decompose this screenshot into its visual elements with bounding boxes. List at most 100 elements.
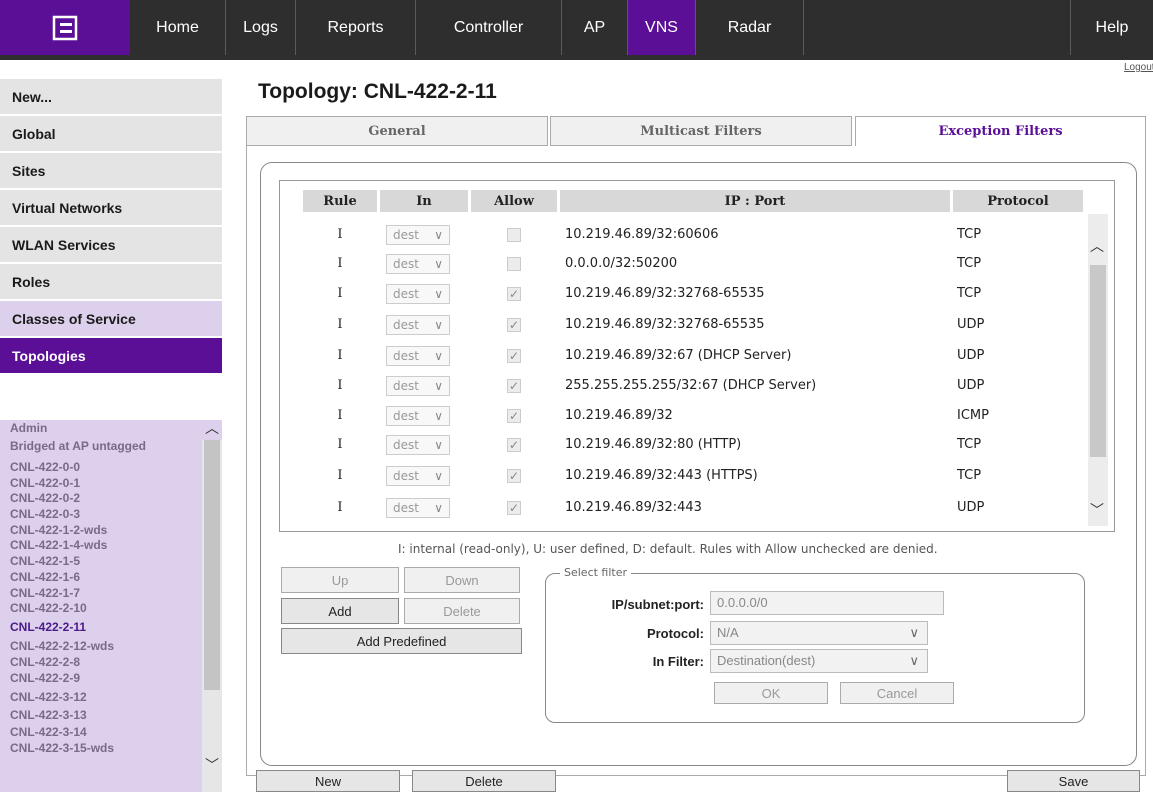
nav-help[interactable]: Help (1070, 0, 1153, 55)
column-header-rule[interactable]: Rule (303, 190, 377, 212)
sidebar-item-wlan-services[interactable]: WLAN Services (0, 227, 222, 264)
sidebar-item-topologies[interactable]: Topologies (0, 338, 222, 375)
in-select[interactable]: dest ∨ (386, 254, 450, 274)
topology-item-selected[interactable]: CNL-422-2-11 (10, 620, 86, 634)
ok-button[interactable]: OK (714, 682, 828, 704)
sidebar-item-sites[interactable]: Sites (0, 153, 222, 190)
rule-cell: I (337, 227, 343, 242)
in-select[interactable]: dest ∨ (386, 466, 450, 486)
sidebar-item-classes-of-service[interactable]: Classes of Service (0, 301, 222, 338)
in-select[interactable]: dest ∨ (386, 346, 450, 366)
sidebar-item-new[interactable]: New... (0, 79, 222, 116)
allow-checkbox-checked[interactable]: ✓ (507, 318, 521, 332)
topology-item[interactable]: CNL-422-3-13 (10, 708, 87, 722)
topology-item[interactable]: CNL-422-2-12-wds (10, 639, 114, 653)
ipport-cell: 10.219.46.89/32 (565, 408, 673, 423)
allow-checkbox-checked[interactable]: ✓ (507, 379, 521, 393)
in-select[interactable]: dest ∨ (386, 315, 450, 335)
cancel-button[interactable]: Cancel (840, 682, 954, 704)
topology-item[interactable]: CNL-422-2-9 (10, 671, 80, 685)
column-header-ipport[interactable]: IP : Port (560, 190, 950, 212)
in-select[interactable]: dest ∨ (386, 376, 450, 396)
down-button[interactable]: Down (404, 567, 520, 593)
allow-checkbox-checked[interactable]: ✓ (507, 409, 521, 423)
protocol-cell: TCP (957, 256, 982, 271)
topology-item[interactable]: CNL-422-0-2 (10, 491, 80, 505)
topology-item[interactable]: CNL-422-1-5 (10, 554, 80, 568)
in-select[interactable]: dest ∨ (386, 406, 450, 426)
topology-item-bridged[interactable]: Bridged at AP untagged (10, 439, 146, 453)
in-select-value: dest (393, 257, 419, 271)
allow-checkbox-checked[interactable]: ✓ (507, 469, 521, 483)
allow-checkbox-checked[interactable]: ✓ (507, 287, 521, 301)
add-predefined-button[interactable]: Add Predefined (281, 628, 522, 654)
delete-topology-button[interactable]: Delete (412, 770, 556, 792)
ipport-cell: 10.219.46.89/32:443 (565, 500, 702, 515)
logout-link[interactable]: Logout (1124, 62, 1153, 73)
nav-vns[interactable]: VNS (628, 0, 696, 55)
sidebar-item-virtual-networks[interactable]: Virtual Networks (0, 190, 222, 227)
in-select-value: dest (393, 228, 419, 242)
rule-cell: I (337, 256, 343, 271)
topology-item[interactable]: CNL-422-2-8 (10, 655, 80, 669)
topology-item[interactable]: CNL-422-0-3 (10, 507, 80, 521)
ip-subnet-port-input[interactable]: 0.0.0.0/0 (710, 591, 944, 615)
in-select-value: dest (393, 379, 419, 393)
allow-checkbox[interactable] (507, 257, 521, 271)
sidebar: New... Global Sites Virtual Networks WLA… (0, 79, 222, 375)
nav-home[interactable]: Home (130, 0, 226, 55)
topology-item[interactable]: CNL-422-1-6 (10, 570, 80, 584)
tab-multicast-filters[interactable]: Multicast Filters (550, 116, 852, 146)
ipport-cell: 255.255.255.255/32:67 (DHCP Server) (565, 378, 817, 393)
chevron-down-icon: ∨ (434, 318, 443, 332)
tab-exception-filters[interactable]: Exception Filters (855, 116, 1146, 146)
nav-reports[interactable]: Reports (296, 0, 416, 55)
nav-radar[interactable]: Radar (696, 0, 804, 55)
up-button[interactable]: Up (281, 567, 399, 593)
add-button[interactable]: Add (281, 598, 399, 624)
topology-item[interactable]: CNL-422-1-2-wds (10, 523, 107, 537)
chevron-down-icon: ∨ (434, 228, 443, 242)
in-select[interactable]: dest ∨ (386, 435, 450, 455)
in-filter-select[interactable]: Destination(dest) ∨ (710, 649, 928, 673)
sidebar-item-global[interactable]: Global (0, 116, 222, 153)
allow-checkbox-checked[interactable]: ✓ (507, 349, 521, 363)
rules-legend: I: internal (read-only), U: user defined… (398, 542, 938, 556)
new-button[interactable]: New (256, 770, 400, 792)
column-header-allow[interactable]: Allow (471, 190, 557, 212)
topology-item[interactable]: CNL-422-3-14 (10, 725, 87, 739)
rules-table-scroll-thumb[interactable] (1090, 265, 1106, 457)
tab-general[interactable]: General (246, 116, 548, 146)
scroll-up-chevron-icon[interactable]: ︿ (205, 418, 219, 438)
nav-ap[interactable]: AP (562, 0, 628, 55)
topology-item[interactable]: CNL-422-0-0 (10, 460, 80, 474)
topology-item[interactable]: CNL-422-3-15-wds (10, 741, 114, 755)
brand-logo[interactable] (0, 0, 130, 55)
column-header-in[interactable]: In (380, 190, 468, 212)
column-header-protocol[interactable]: Protocol (953, 190, 1083, 212)
in-select[interactable]: dest ∨ (386, 284, 450, 304)
save-button[interactable]: Save (1007, 770, 1140, 792)
in-select[interactable]: dest ∨ (386, 498, 450, 518)
topology-item[interactable]: CNL-422-2-10 (10, 601, 87, 615)
protocol-select[interactable]: N/A ∨ (710, 621, 928, 645)
ipport-cell: 0.0.0.0/32:50200 (565, 256, 678, 271)
topology-item[interactable]: CNL-422-1-7 (10, 586, 80, 600)
topology-list-scroll-thumb[interactable] (204, 440, 220, 690)
allow-checkbox-checked[interactable]: ✓ (507, 438, 521, 452)
nav-controller[interactable]: Controller (416, 0, 562, 55)
topology-item-admin[interactable]: Admin (10, 421, 47, 435)
scroll-down-chevron-icon[interactable]: ﹀ (1090, 500, 1104, 520)
topology-item[interactable]: CNL-422-3-12 (10, 690, 87, 704)
nav-logs[interactable]: Logs (226, 0, 296, 55)
scroll-down-chevron-icon[interactable]: ﹀ (205, 755, 219, 775)
topology-item[interactable]: CNL-422-1-4-wds (10, 538, 107, 552)
delete-button[interactable]: Delete (404, 598, 520, 624)
scroll-up-chevron-icon[interactable]: ︿ (1090, 236, 1104, 256)
in-select[interactable]: dest ∨ (386, 225, 450, 245)
allow-checkbox[interactable] (507, 228, 521, 242)
allow-checkbox-checked[interactable]: ✓ (507, 501, 521, 515)
topology-item[interactable]: CNL-422-0-1 (10, 476, 80, 490)
sidebar-item-roles[interactable]: Roles (0, 264, 222, 301)
protocol-cell: UDP (957, 378, 985, 393)
